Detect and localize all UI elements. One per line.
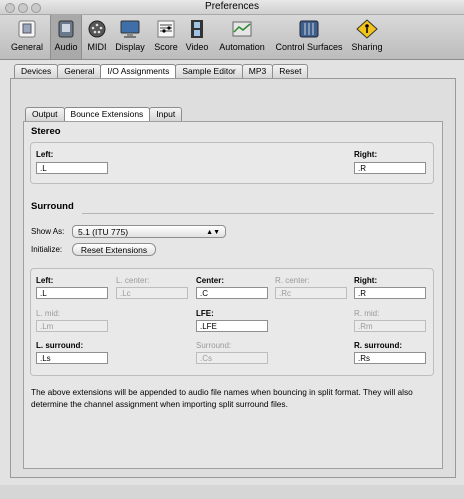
l-mid-label: L. mid: [36, 309, 61, 318]
show-as-label: Show As: [31, 227, 65, 236]
tab-mp3[interactable]: MP3 [241, 64, 274, 78]
stereo-left-label: Left: [36, 150, 54, 159]
r-mid-label: R. mid: [354, 309, 380, 318]
score-icon [157, 20, 175, 38]
window-bottom-bar [0, 485, 464, 499]
surround-right-field[interactable]: .R [354, 287, 426, 299]
initialize-label: Initialize: [31, 245, 63, 254]
toolbar-score[interactable]: Score [152, 15, 180, 59]
surround-left-field[interactable]: .L [36, 287, 108, 299]
stereo-group: Left: .L Right: .R [30, 142, 434, 184]
stereo-title: Stereo [31, 126, 61, 137]
select-arrows-icon: ▲▼ [206, 229, 220, 236]
l-center-label: L. center: [116, 276, 150, 285]
stereo-right-field[interactable]: .R [354, 162, 426, 174]
center-field[interactable]: .C [196, 287, 268, 299]
tab-reset[interactable]: Reset [272, 64, 309, 78]
surround-divider [82, 213, 434, 214]
note-line-2: determine the channel assignment when im… [31, 399, 288, 409]
io-assignments-panel: Output Bounce Extensions Input Stereo Le… [10, 78, 456, 478]
film-icon [191, 20, 203, 38]
surround-center-field: .Cs [196, 352, 268, 364]
audio-plug-icon [58, 20, 74, 38]
surround-title: Surround [31, 201, 74, 212]
tab-input[interactable]: Input [149, 107, 183, 121]
preferences-toolbar: General Audio MIDI Display Score Video A… [0, 15, 464, 60]
surround-center-label: Surround: [196, 341, 232, 350]
surround-left-label: Left: [36, 276, 54, 285]
mixer-icon [299, 20, 319, 38]
show-as-select[interactable]: 5.1 (ITU 775) ▲▼ [72, 225, 226, 238]
toolbar-control-surfaces[interactable]: Control Surfaces [273, 15, 345, 59]
title-bar: Preferences [0, 0, 464, 15]
window-title: Preferences [205, 1, 259, 12]
stereo-left-field[interactable]: .L [36, 162, 108, 174]
r-mid-field: .Rm [354, 320, 426, 332]
l-surround-field[interactable]: .Ls [36, 352, 108, 364]
reset-extensions-button[interactable]: Reset Extensions [72, 243, 156, 256]
show-as-value: 5.1 (ITU 775) [78, 227, 129, 237]
lfe-label: LFE: [196, 309, 214, 318]
note-line-1: The above extensions will be appended to… [31, 387, 413, 397]
center-label: Center: [196, 276, 225, 285]
bounce-extensions-panel: Stereo Left: .L Right: .R Surround Show … [23, 121, 443, 469]
extensions-note: The above extensions will be appended to… [31, 386, 439, 410]
tab-devices[interactable]: Devices [14, 64, 59, 78]
tab-bounce-extensions[interactable]: Bounce Extensions [63, 107, 151, 121]
r-surround-label: R. surround: [354, 341, 402, 350]
r-center-field: .Rc [275, 287, 347, 299]
l-mid-field: .Lm [36, 320, 108, 332]
main-tabs: Devices General I/O Assignments Sample E… [14, 64, 309, 78]
l-surround-label: L. surround: [36, 341, 84, 350]
monitor-icon [120, 20, 140, 38]
surround-right-label: Right: [354, 276, 378, 285]
toolbar-display[interactable]: Display [113, 15, 147, 59]
midi-plug-icon [88, 20, 106, 38]
toolbar-general[interactable]: General [6, 15, 48, 59]
sub-tabs: Output Bounce Extensions Input [25, 107, 183, 121]
toolbar-video[interactable]: Video [184, 15, 210, 59]
automation-icon [232, 21, 252, 37]
toolbar-automation[interactable]: Automation [216, 15, 268, 59]
tab-io-assignments[interactable]: I/O Assignments [100, 64, 177, 78]
toolbar-audio[interactable]: Audio [50, 15, 82, 59]
preferences-window: Preferences General Audio MIDI Display S… [0, 0, 464, 499]
switch-icon [18, 20, 36, 38]
surround-group: Left: .L L. center: .Lc Center: .C R. ce… [30, 268, 434, 376]
toolbar-midi[interactable]: MIDI [84, 15, 110, 59]
tab-output[interactable]: Output [25, 107, 65, 121]
lfe-field[interactable]: .LFE [196, 320, 268, 332]
tab-general[interactable]: General [57, 64, 102, 78]
r-center-label: R. center: [275, 276, 310, 285]
l-center-field: .Lc [116, 287, 188, 299]
r-surround-field[interactable]: .Rs [354, 352, 426, 364]
tab-sample-editor[interactable]: Sample Editor [175, 64, 243, 78]
stereo-right-label: Right: [354, 150, 378, 159]
toolbar-sharing[interactable]: Sharing [350, 15, 384, 59]
sharing-icon [356, 19, 378, 39]
